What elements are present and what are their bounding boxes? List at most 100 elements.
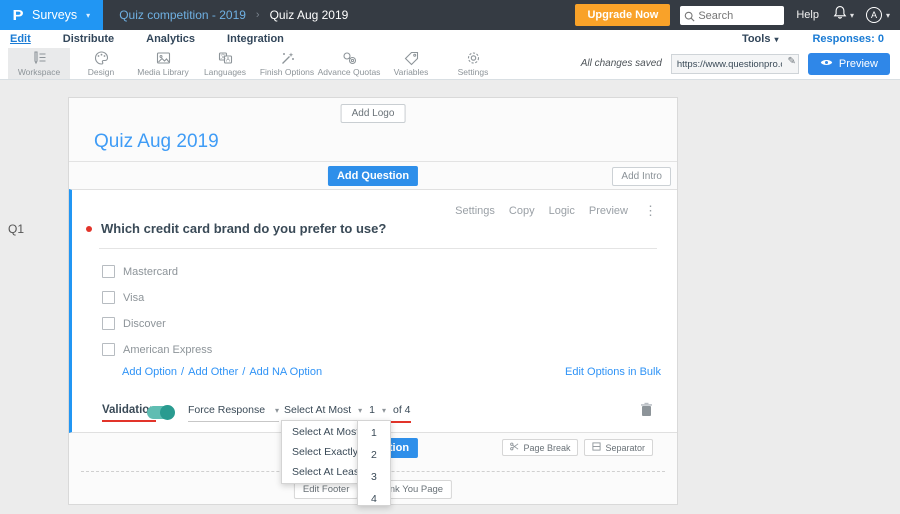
chevron-down-icon: ▾ [849, 10, 854, 20]
breadcrumb-current: Quiz Aug 2019 [269, 8, 349, 22]
scissors-icon [510, 442, 519, 453]
more-options-icon[interactable]: ⋮ [644, 203, 657, 219]
dropdown-option-count-4[interactable]: 4 [358, 488, 390, 510]
chevron-down-icon: ▾ [885, 10, 890, 20]
question-id-label: Q1 [8, 222, 25, 236]
question-logic-link[interactable]: Logic [549, 205, 575, 217]
design-icon [93, 50, 110, 66]
question-menu: Settings Copy Logic Preview ⋮ [455, 203, 657, 219]
add-option-link[interactable]: Add Option [122, 366, 177, 378]
breadcrumb-separator-icon: › [255, 9, 260, 21]
force-response-dropdown[interactable]: Force Response ▾ [188, 404, 280, 422]
option-add-links: Add Option / Add Other / Add NA Option [122, 366, 323, 378]
responses-count[interactable]: Responses: 0 [812, 33, 884, 45]
questionpro-logo-icon: P [12, 6, 24, 24]
toggle-knob [160, 405, 175, 420]
finish-options-icon [279, 50, 296, 66]
survey-url-box: ✎ [670, 54, 799, 74]
dropdown-option-count-3[interactable]: 3 [358, 466, 390, 488]
variables-icon [403, 50, 420, 66]
bell-icon [833, 5, 847, 25]
toolbar-item-advance-quotas[interactable]: Advance Quotas [318, 48, 380, 79]
question-settings-link[interactable]: Settings [455, 205, 495, 217]
survey-url-input[interactable] [670, 54, 799, 74]
product-switcher[interactable]: P Surveys ▾ [0, 0, 104, 30]
option-row: Visa [102, 291, 144, 304]
chevron-down-icon: ▾ [275, 405, 280, 415]
question-card: Settings Copy Logic Preview ⋮ Which cred… [69, 189, 677, 433]
add-logo-button[interactable]: Add Logo [340, 104, 406, 123]
option-row: Discover [102, 317, 166, 330]
option-label[interactable]: Mastercard [123, 266, 178, 278]
search-input[interactable] [680, 6, 785, 25]
preview-button[interactable]: Preview [807, 52, 890, 75]
toolbar-item-design[interactable]: Design [70, 48, 132, 79]
svg-text:A: A [225, 58, 229, 64]
svg-text:文: 文 [220, 53, 226, 61]
tab-distribute[interactable]: Distribute [63, 33, 114, 45]
rule-type-dropdown-menu: Select At Most Select Exactly Select At … [281, 420, 362, 484]
option-label[interactable]: Discover [123, 318, 166, 330]
checkbox[interactable] [102, 343, 115, 356]
tab-edit[interactable]: Edit [10, 33, 31, 45]
breadcrumb-parent[interactable]: Quiz competition - 2019 [119, 8, 246, 22]
workspace-icon [31, 50, 48, 66]
account-menu[interactable]: A ▾ [865, 7, 890, 23]
notifications-button[interactable]: ▾ [833, 5, 854, 25]
section-nav: Edit Distribute Analytics Integration To… [0, 30, 900, 48]
dropdown-option-count-2[interactable]: 2 [358, 444, 390, 466]
separator-icon [592, 442, 602, 453]
breadcrumb: Quiz competition - 2019 › Quiz Aug 2019 [119, 8, 348, 22]
autosave-status: All changes saved [580, 58, 662, 69]
rule-count-dropdown[interactable]: 1 [369, 404, 375, 416]
dropdown-option-select-at-most[interactable]: Select At Most [282, 422, 359, 442]
upgrade-now-button[interactable]: Upgrade Now [575, 4, 671, 26]
add-other-link[interactable]: Add Other [188, 366, 238, 378]
separator-button[interactable]: Separator [584, 439, 653, 456]
toolbar-item-finish-options[interactable]: Finish Options [256, 48, 318, 79]
question-copy-link[interactable]: Copy [509, 205, 535, 217]
option-row: Mastercard [102, 265, 178, 278]
dropdown-option-count-1[interactable]: 1 [358, 422, 390, 444]
question-text-row: Which credit card brand do you prefer to… [86, 221, 386, 236]
tab-integration[interactable]: Integration [227, 33, 284, 45]
delete-question-icon[interactable] [640, 402, 653, 422]
page-break-button[interactable]: Page Break [502, 439, 579, 456]
add-intro-button[interactable]: Add Intro [612, 167, 671, 186]
checkbox[interactable] [102, 265, 115, 278]
media-library-icon [155, 50, 172, 66]
option-label[interactable]: Visa [123, 292, 144, 304]
toolbar-item-media-library[interactable]: Media Library [132, 48, 194, 79]
chevron-down-icon: ▾ [86, 10, 91, 20]
dropdown-option-select-exactly[interactable]: Select Exactly [282, 442, 358, 462]
rule-of-total-label: of 4 [393, 404, 411, 416]
validation-toggle[interactable] [147, 405, 175, 420]
question-underline [99, 248, 657, 249]
help-link[interactable]: Help [796, 9, 819, 21]
question-preview-link[interactable]: Preview [589, 205, 628, 217]
chevron-down-icon: ▾ [774, 34, 779, 44]
checkbox[interactable] [102, 291, 115, 304]
add-na-option-link[interactable]: Add NA Option [249, 366, 322, 378]
dropdown-option-select-at-least[interactable]: Select At Least [282, 462, 362, 482]
toolbar-item-settings[interactable]: Settings [442, 48, 504, 79]
chevron-down-icon: ▾ [358, 405, 363, 415]
avatar: A [865, 7, 882, 23]
eye-icon [820, 58, 833, 70]
toolbar-item-workspace[interactable]: Workspace [8, 48, 70, 79]
option-label[interactable]: American Express [123, 344, 212, 356]
edit-options-in-bulk-link[interactable]: Edit Options in Bulk [565, 366, 661, 378]
toolbar-item-variables[interactable]: Variables [380, 48, 442, 79]
tab-analytics[interactable]: Analytics [146, 33, 195, 45]
title-divider [69, 161, 677, 162]
tools-menu[interactable]: Tools ▾ [742, 33, 779, 45]
rule-count-dropdown-menu: 1 2 3 4 [357, 420, 391, 506]
question-text[interactable]: Which credit card brand do you prefer to… [101, 221, 386, 236]
toolbar-item-languages[interactable]: A文 Languages [194, 48, 256, 79]
add-question-button-top[interactable]: Add Question [327, 166, 419, 186]
checkbox[interactable] [102, 317, 115, 330]
edit-url-pencil-icon[interactable]: ✎ [787, 56, 795, 67]
rule-type-dropdown[interactable]: Select At Most [284, 404, 351, 416]
option-row: American Express [102, 343, 212, 356]
survey-title[interactable]: Quiz Aug 2019 [94, 131, 219, 153]
